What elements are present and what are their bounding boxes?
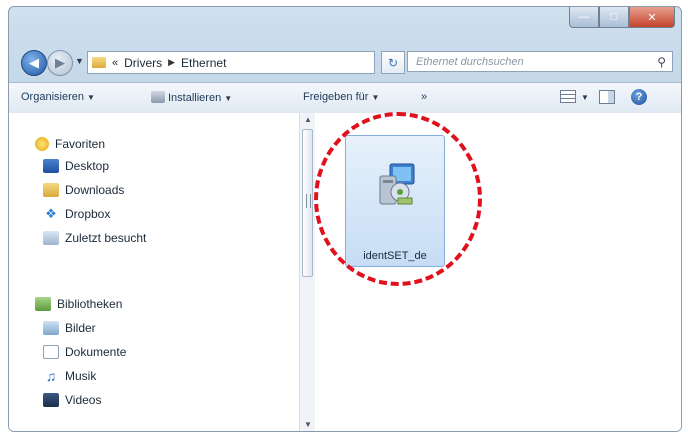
- sidebar-item-desktop[interactable]: Desktop: [43, 159, 109, 173]
- dropbox-icon: ❖: [45, 206, 57, 221]
- explorer-window: — □ ✕ ◀ ▶ ▼ « Drivers ▶ Ethernet ▼ ↻ Eth…: [8, 6, 682, 432]
- search-input[interactable]: Ethernet durchsuchen ⚲: [407, 51, 673, 72]
- install-button[interactable]: Installieren ▼: [151, 91, 232, 104]
- back-button[interactable]: ◀: [21, 50, 47, 76]
- sidebar-item-dropbox[interactable]: ❖ Dropbox: [43, 206, 111, 222]
- close-icon: ✕: [647, 11, 657, 24]
- documents-icon: [43, 345, 59, 359]
- chevron-down-icon: ▼: [86, 93, 95, 102]
- command-bar: Organisieren ▼ Installieren ▼ Freigeben fü…: [9, 82, 681, 114]
- libraries-icon: [35, 297, 51, 311]
- sidebar-item-label: Musik: [65, 369, 97, 383]
- sidebar-item-music[interactable]: ♫ Musik: [43, 368, 97, 384]
- videos-icon: [43, 393, 59, 407]
- file-list[interactable]: identSET_de: [315, 113, 681, 431]
- refresh-icon: ↻: [387, 55, 399, 70]
- downloads-folder-icon: [43, 183, 59, 197]
- scroll-down-icon[interactable]: ▼: [304, 420, 312, 429]
- sidebar-item-label: Zuletzt besucht: [65, 231, 147, 245]
- sidebar-item-label: Bilder: [65, 321, 96, 335]
- sidebar-item-pictures[interactable]: Bilder: [43, 321, 96, 335]
- sidebar-favorites[interactable]: Favoriten: [35, 137, 105, 151]
- search-icon[interactable]: ⚲: [657, 55, 666, 69]
- sidebar-item-videos[interactable]: Videos: [43, 393, 101, 407]
- sidebar-item-documents[interactable]: Dokumente: [43, 345, 126, 359]
- sidebar-item-label: Dokumente: [65, 345, 127, 359]
- search-placeholder: Ethernet durchsuchen: [416, 55, 524, 68]
- sidebar-item-label: Downloads: [65, 183, 125, 197]
- more-commands-button[interactable]: »: [421, 91, 427, 103]
- folder-icon: [92, 57, 106, 68]
- navigation-scrollbar[interactable]: ▲ ▼: [299, 113, 316, 431]
- install-icon: [151, 91, 165, 103]
- scrollbar-grip: [306, 194, 311, 208]
- music-icon: ♫: [45, 368, 57, 384]
- breadcrumb-separator-icon[interactable]: ▶: [168, 57, 175, 68]
- refresh-button[interactable]: ↻: [381, 51, 405, 74]
- sidebar-libraries-label: Bibliotheken: [57, 297, 123, 311]
- minimize-icon: —: [578, 11, 590, 23]
- close-button[interactable]: ✕: [629, 7, 675, 28]
- scroll-up-icon[interactable]: ▲: [304, 115, 312, 124]
- scrollbar-thumb[interactable]: [302, 129, 313, 277]
- share-label: Freigeben für: [303, 91, 369, 103]
- sidebar-item-label: Videos: [65, 393, 102, 407]
- change-view-icon[interactable]: [560, 90, 576, 103]
- desktop-icon: [43, 159, 59, 173]
- maximize-button[interactable]: □: [599, 7, 629, 28]
- chevron-down-icon: ▼: [371, 93, 380, 102]
- breadcrumb-drivers[interactable]: Drivers: [124, 56, 162, 70]
- chevron-down-icon: ▼: [224, 94, 233, 103]
- preview-pane-icon[interactable]: [599, 90, 615, 104]
- address-row: ◀ ▶ ▼ « Drivers ▶ Ethernet ▼ ↻ Ethernet …: [9, 47, 681, 77]
- installer-icon: [379, 163, 415, 205]
- view-dropdown-icon[interactable]: ▼: [581, 93, 589, 102]
- file-name: identSET_de: [363, 250, 427, 262]
- caption-buttons: — □ ✕: [569, 7, 675, 28]
- recent-pages-dropdown[interactable]: ▼: [75, 56, 84, 66]
- back-arrow-icon: ◀: [29, 55, 39, 70]
- install-label: Installieren: [168, 92, 222, 104]
- star-icon: [35, 137, 49, 151]
- sidebar-item-downloads[interactable]: Downloads: [43, 183, 124, 197]
- breadcrumb-ethernet[interactable]: Ethernet: [181, 56, 226, 70]
- sidebar-favorites-label: Favoriten: [55, 137, 106, 151]
- forward-button[interactable]: ▶: [47, 50, 73, 76]
- title-bar: — □ ✕: [9, 7, 681, 43]
- explorer-content: Favoriten Desktop Downloads ❖ Dropbox Zul…: [9, 113, 681, 431]
- sidebar-item-recent-places[interactable]: Zuletzt besucht: [43, 231, 146, 245]
- minimize-button[interactable]: —: [569, 7, 599, 28]
- share-menu[interactable]: Freigeben für ▼: [303, 91, 379, 103]
- recent-places-icon: [43, 231, 59, 245]
- organize-menu[interactable]: Organisieren ▼: [21, 91, 95, 103]
- breadcrumb-overflow[interactable]: «: [112, 57, 118, 69]
- help-icon[interactable]: ?: [631, 89, 647, 105]
- pictures-icon: [43, 321, 59, 335]
- address-bar[interactable]: « Drivers ▶ Ethernet ▼: [87, 51, 449, 74]
- sidebar-item-label: Desktop: [65, 159, 110, 173]
- sidebar-libraries[interactable]: Bibliotheken: [35, 297, 122, 311]
- organize-label: Organisieren: [21, 91, 84, 103]
- navigation-pane: Favoriten Desktop Downloads ❖ Dropbox Zul…: [9, 113, 299, 431]
- forward-arrow-icon: ▶: [55, 55, 65, 70]
- sidebar-item-label: Dropbox: [65, 207, 111, 221]
- file-item[interactable]: identSET_de: [345, 135, 445, 267]
- maximize-icon: □: [610, 11, 618, 23]
